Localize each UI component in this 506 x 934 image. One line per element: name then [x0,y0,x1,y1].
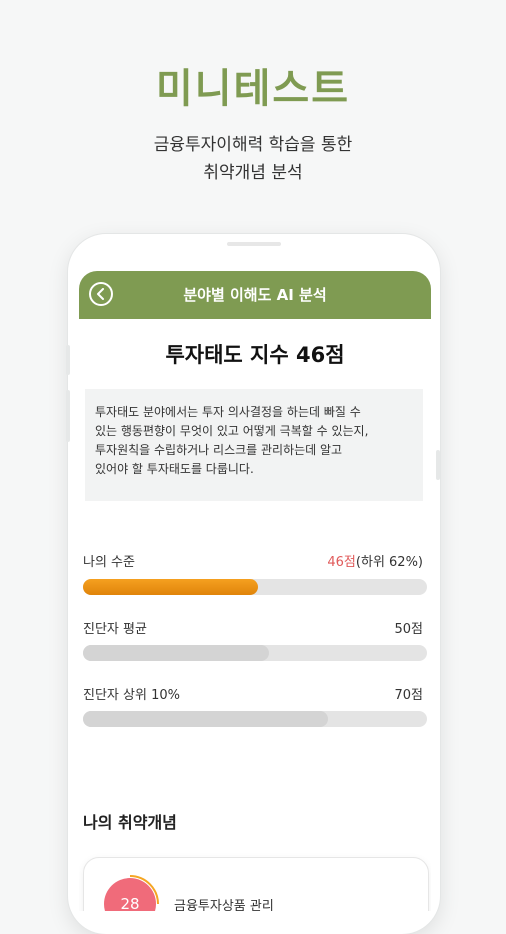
phone-frame: 분야별 이해도 AI 분석 투자태도 지수 46점 투자태도 분야에서는 투자 … [68,234,440,934]
my-level-value: 46점(하위 62%) [327,551,423,570]
top10-value: 70점 [394,688,423,703]
top10-fill [83,711,328,727]
my-rank: (하위 62%) [355,555,423,570]
concept-label: 금융투자상품 관리 [174,899,274,911]
weak-concepts-title: 나의 취약개념 [83,813,177,832]
promo-title: 미니테스트 [156,66,350,112]
weak-concept-card[interactable]: 28 금융투자상품 관리 [83,857,429,911]
phone-side-button [436,450,440,480]
promo-subtitle-line1: 금융투자이해력 학습을 통한 [153,135,353,155]
app-header: 분야별 이해도 AI 분석 [79,271,431,319]
my-level-label: 나의 수준 [83,555,135,570]
average-label: 진단자 평균 [83,622,147,637]
header-title: 분야별 이해도 AI 분석 [183,286,327,304]
top10-label: 진단자 상위 10% [83,688,180,703]
phone-speaker [227,242,281,246]
average-fill [83,645,270,661]
average-bar [83,645,427,661]
description-line: 있는 행동편향이 무엇이 있고 어떻게 극복할 수 있는지, [95,424,369,438]
my-level-bar [83,579,427,595]
description-line: 투자태도 분야에서는 투자 의사결정을 하는데 빠질 수 [95,405,361,419]
phone-side-button [66,345,70,375]
my-score: 46점 [327,555,356,570]
description-line: 투자원칙을 수립하거나 리스크를 관리하는데 알고 [95,443,343,457]
score-title: 투자태도 지수 46점 [165,343,345,367]
phone-side-button [66,390,70,442]
average-value: 50점 [394,622,423,637]
top10-bar [83,711,427,727]
description-box: 투자태도 분야에서는 투자 의사결정을 하는데 빠질 수 있는 행동편향이 무엇… [85,389,423,501]
my-level-fill [83,579,258,595]
promo-subtitle-line2: 취약개념 분석 [203,163,303,183]
promo-subtitle: 금융투자이해력 학습을 통한 취약개념 분석 [0,131,506,187]
app-screen: 분야별 이해도 AI 분석 투자태도 지수 46점 투자태도 분야에서는 투자 … [79,271,431,911]
description-line: 있어야 할 투자태도를 다룹니다. [95,462,254,476]
